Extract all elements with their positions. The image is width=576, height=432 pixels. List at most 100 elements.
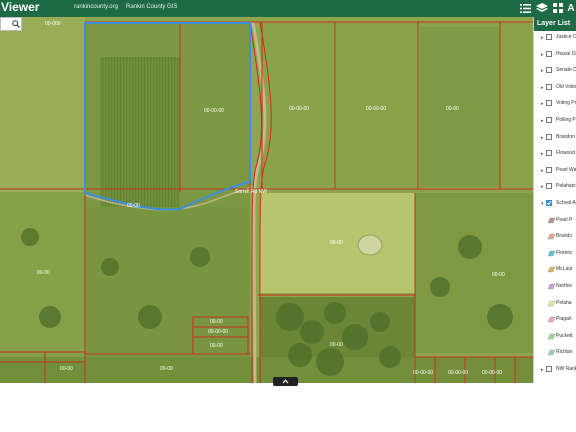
legend-swatch bbox=[547, 283, 555, 290]
layer-checkbox[interactable] bbox=[546, 200, 552, 206]
layer-label: Pelahatch bbox=[556, 183, 576, 190]
legend-swatch bbox=[547, 350, 555, 356]
parcel-label: 00-00 bbox=[446, 106, 459, 112]
layer-checkbox[interactable] bbox=[546, 183, 552, 190]
layer-label: Justice C bbox=[556, 34, 576, 40]
layer-row[interactable]: ▸ Polling Pl bbox=[534, 115, 576, 127]
legend-label: Florenc bbox=[556, 249, 573, 256]
caret-down-icon[interactable]: ▾ bbox=[541, 201, 544, 207]
layer-checkbox[interactable] bbox=[546, 83, 552, 90]
layer-checkbox[interactable] bbox=[546, 133, 552, 140]
layer-row[interactable]: ▸ Senate Di bbox=[534, 65, 576, 77]
layer-row[interactable]: ▸ NW Rank bbox=[534, 364, 576, 376]
caret-right-icon[interactable]: ▸ bbox=[541, 151, 544, 157]
parcel-label: 00-00 bbox=[330, 240, 343, 246]
chevron-up-icon bbox=[282, 379, 289, 384]
caret-right-icon[interactable]: ▸ bbox=[541, 135, 544, 141]
layer-label: Brandon bbox=[556, 133, 575, 140]
layer-list-title: Layer List bbox=[534, 17, 576, 31]
aerial-map[interactable]: 00-000 00-00-00 00-00-00 00-00-00 00-00 … bbox=[0, 17, 533, 383]
caret-right-icon[interactable]: ▸ bbox=[541, 101, 544, 107]
legend-label: Pelaha bbox=[556, 299, 572, 306]
layer-label: House Di bbox=[556, 50, 576, 57]
layer-checkbox[interactable] bbox=[546, 100, 552, 107]
caret-right-icon[interactable]: ▸ bbox=[541, 184, 544, 190]
layer-checkbox[interactable] bbox=[546, 50, 552, 57]
expand-panel-handle[interactable] bbox=[273, 377, 298, 386]
legend-row: Northw bbox=[534, 281, 576, 293]
layer-row[interactable]: ▸ Old Votin bbox=[534, 82, 576, 94]
legend-label: Pearl P bbox=[556, 216, 573, 223]
legend-row: Piagah bbox=[534, 314, 576, 326]
layer-label: Polling Pl bbox=[556, 117, 576, 123]
legend-label: Puckett bbox=[556, 332, 573, 339]
legend-swatch bbox=[547, 300, 555, 306]
parcel-label: 00-00-00 bbox=[448, 370, 468, 376]
layer-label: Voting Pr bbox=[556, 100, 576, 107]
layer-label: Senate Di bbox=[556, 67, 576, 74]
road-label: Sorrell Rd NW bbox=[235, 189, 267, 195]
layer-checkbox[interactable] bbox=[546, 150, 552, 157]
layer-label: NW Rank bbox=[556, 366, 576, 372]
layer-row[interactable]: ▸Old Scho bbox=[534, 381, 576, 383]
text-icon[interactable]: A bbox=[566, 1, 576, 15]
parcel-label: 00-00 bbox=[210, 319, 223, 325]
parcel-label: 00-00-00 bbox=[204, 108, 224, 114]
legend-row: McLaur bbox=[534, 264, 576, 276]
parcel-label: 00-00 bbox=[127, 203, 140, 209]
parcel-label: 00-00-00 bbox=[413, 370, 433, 376]
caret-right-icon[interactable]: ▸ bbox=[541, 68, 544, 74]
map-view[interactable]: 00-000 00-00-00 00-00-00 00-00-00 00-00 … bbox=[0, 17, 533, 383]
layer-row[interactable]: ▾ School A bbox=[534, 198, 576, 210]
layer-list-panel: Layer List ▸ Justice C ▸ House Di ▸ Senate Di… bbox=[533, 17, 576, 383]
search-icon[interactable] bbox=[12, 20, 20, 28]
layer-row[interactable]: ▸ Voting Pr bbox=[534, 98, 576, 110]
app-title: Viewer bbox=[1, 0, 40, 14]
grid-icon[interactable] bbox=[551, 1, 565, 15]
legend-row: Puckett bbox=[534, 331, 576, 343]
legend-row: Florenc bbox=[534, 248, 576, 260]
layer-checkbox[interactable] bbox=[546, 34, 552, 40]
layer-row[interactable]: ▸ Flowood bbox=[534, 148, 576, 160]
legend-label: Richlan bbox=[556, 349, 573, 356]
layer-row[interactable]: ▸ Brandon bbox=[534, 132, 576, 144]
rankin-county-gis-link[interactable]: Rankin County GIS bbox=[126, 3, 177, 11]
legend-row: Richlan bbox=[534, 347, 576, 359]
parcel-label: 00-00 bbox=[492, 272, 505, 278]
legend-label: Northw bbox=[556, 283, 572, 289]
layer-row[interactable]: ▸ Pelahatch bbox=[534, 181, 576, 193]
parcel-label: 00-000 bbox=[45, 21, 61, 27]
caret-right-icon[interactable]: ▸ bbox=[541, 35, 544, 41]
caret-right-icon[interactable]: ▸ bbox=[541, 52, 544, 58]
layer-checkbox[interactable] bbox=[546, 166, 552, 173]
list-icon[interactable] bbox=[518, 1, 532, 15]
parcel-label: 00-00-00 bbox=[208, 329, 228, 335]
layer-label: Old Votin bbox=[556, 83, 576, 90]
layer-row[interactable]: ▸ Pearl Wa bbox=[534, 165, 576, 177]
layer-row[interactable]: ▸ Justice C bbox=[534, 32, 576, 44]
parcel-label: 00-00 bbox=[160, 366, 173, 372]
legend-label: Brando bbox=[556, 233, 573, 240]
parcel-label: 00-00-00 bbox=[366, 106, 386, 112]
legend-row: Pelaha bbox=[534, 298, 576, 310]
layers-icon[interactable] bbox=[535, 1, 549, 15]
legend-swatch bbox=[547, 333, 555, 339]
legend-swatch bbox=[547, 267, 555, 273]
legend-swatch bbox=[547, 233, 555, 240]
layer-row[interactable]: ▸ House Di bbox=[534, 49, 576, 61]
caret-right-icon[interactable]: ▸ bbox=[541, 118, 544, 124]
parcel-label: 00-00 bbox=[37, 270, 50, 276]
layer-checkbox[interactable] bbox=[546, 117, 552, 123]
caret-right-icon[interactable]: ▸ bbox=[541, 85, 544, 91]
rankin-county-link[interactable]: rankincounty.org bbox=[74, 3, 118, 11]
parcel-label: 00-00 bbox=[330, 342, 343, 348]
layer-label: School A bbox=[556, 200, 576, 206]
caret-right-icon[interactable]: ▸ bbox=[541, 367, 544, 373]
layer-checkbox[interactable] bbox=[546, 366, 552, 372]
parcel-label: 00-00-00 bbox=[482, 370, 502, 376]
legend-swatch bbox=[547, 250, 555, 256]
search-box[interactable] bbox=[0, 17, 22, 31]
layer-checkbox[interactable] bbox=[546, 67, 552, 74]
legend-swatch bbox=[547, 217, 555, 223]
caret-right-icon[interactable]: ▸ bbox=[541, 168, 544, 174]
